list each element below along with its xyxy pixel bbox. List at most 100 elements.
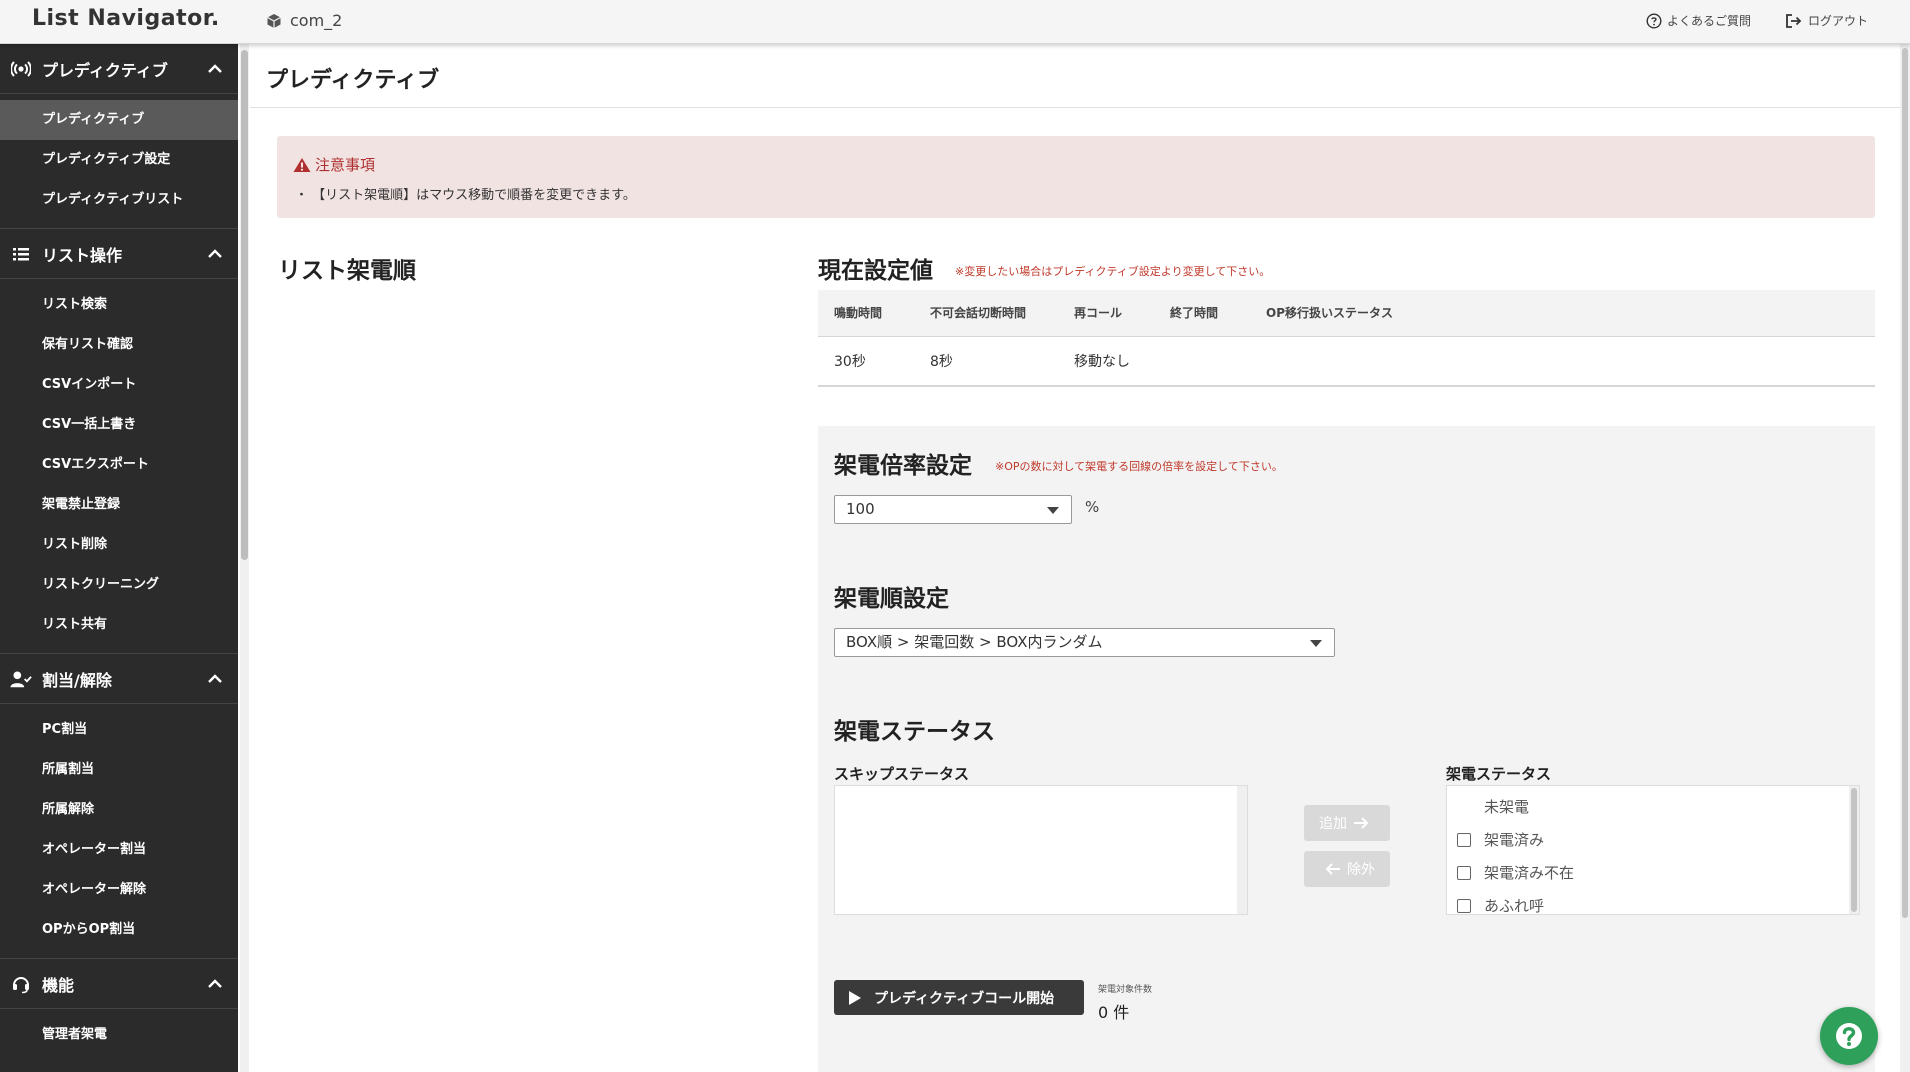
- sidebar-item-admin-call[interactable]: 管理者架電: [0, 1015, 238, 1055]
- notice-box: 注意事項 ・ 【リスト架電順】はマウス移動で順番を変更できます。: [277, 136, 1875, 218]
- start-predictive-call-button[interactable]: プレディクティブコール開始: [834, 980, 1084, 1015]
- cell-ring-time: 30秒: [818, 336, 914, 387]
- current-settings-title: 現在設定値: [818, 258, 933, 284]
- cell-end-time: [1154, 336, 1250, 387]
- add-label: 追加: [1319, 816, 1347, 832]
- chevron-up-icon[interactable]: [206, 60, 224, 78]
- order-select-value: BOX順 > 架電回数 > BOX内ランダム: [846, 633, 1103, 651]
- list-item[interactable]: あふれ呼: [1457, 895, 1544, 916]
- user-check-icon: [10, 668, 32, 690]
- listbox-scrollbar[interactable]: [1237, 786, 1247, 914]
- rate-select-value: 100: [846, 500, 875, 518]
- page-title-bar: プレディクティブ: [250, 44, 1900, 108]
- skip-status-listbox[interactable]: [834, 785, 1248, 915]
- broadcast-icon: [10, 58, 32, 80]
- current-settings-table: 鳴動時間 不可会話切断時間 再コール 終了時間 OP移行扱いステータス 30秒 …: [818, 290, 1875, 387]
- sidebar-section-title: 割当/解除: [42, 670, 112, 690]
- cell-disconnect-time: 8秒: [914, 336, 1058, 387]
- warning-icon: [293, 157, 311, 172]
- sidebar-section-title: 機能: [42, 975, 75, 995]
- sidebar: プレディクティブ プレディクティブ プレディクティブ設定 プレディクティブリスト…: [0, 44, 238, 1072]
- rate-unit: %: [1085, 498, 1100, 516]
- sidebar-item-group-release[interactable]: 所属解除: [0, 790, 238, 830]
- sidebar-scrollbar[interactable]: [240, 44, 249, 1072]
- remove-button[interactable]: 除外: [1304, 851, 1390, 887]
- notice-text: ・ 【リスト架電順】はマウス移動で順番を変更できます。: [295, 188, 636, 203]
- page-title: プレディクティブ: [266, 68, 440, 93]
- logout-link[interactable]: ログアウト: [1785, 12, 1868, 29]
- sidebar-item-operator-release[interactable]: オペレーター解除: [0, 870, 238, 910]
- settings-panel: 架電倍率設定 ※OPの数に対して架電する回線の倍率を設定して下さい。 100 %…: [818, 426, 1875, 1072]
- app-logo[interactable]: List Navigator.: [32, 6, 220, 31]
- call-status-listbox[interactable]: 未架電 架電済み 架電済み不在 あふれ呼: [1446, 785, 1860, 915]
- cube-icon: [267, 13, 281, 28]
- chevron-up-icon[interactable]: [206, 245, 224, 263]
- list-item[interactable]: 架電済み: [1457, 829, 1544, 850]
- sidebar-section-items: リスト検索 保有リスト確認 CSVインポート CSV一括上書き CSVエクスポー…: [0, 279, 238, 654]
- sidebar-item-list-delete[interactable]: リスト削除: [0, 525, 238, 565]
- sidebar-item-owned-list[interactable]: 保有リスト確認: [0, 325, 238, 365]
- list-item[interactable]: 架電済み不在: [1457, 862, 1574, 883]
- company-name: com_2: [290, 11, 343, 30]
- list-item[interactable]: 未架電: [1457, 796, 1529, 817]
- col-recall: 再コール: [1058, 290, 1154, 337]
- sidebar-section-functions[interactable]: 機能: [0, 959, 238, 1009]
- remove-label: 除外: [1347, 862, 1375, 878]
- sidebar-item-pc-assign[interactable]: PC割当: [0, 710, 238, 750]
- list-icon: [10, 243, 32, 265]
- sidebar-section-assignment[interactable]: 割当/解除: [0, 654, 238, 704]
- chevron-up-icon[interactable]: [206, 975, 224, 993]
- status-checkbox[interactable]: [1457, 832, 1471, 847]
- start-button-label: プレディクティブコール開始: [874, 990, 1055, 1007]
- sidebar-item-csv-overwrite[interactable]: CSV一括上書き: [0, 405, 238, 445]
- sidebar-item-csv-export[interactable]: CSVエクスポート: [0, 445, 238, 485]
- add-button[interactable]: 追加: [1304, 805, 1390, 841]
- cell-recall: 移動なし: [1058, 336, 1154, 387]
- status-checkbox[interactable]: [1457, 898, 1471, 913]
- skip-status-label: スキップステータス: [834, 765, 970, 783]
- caret-down-icon: [1047, 507, 1059, 514]
- sidebar-item-group-assign[interactable]: 所属割当: [0, 750, 238, 790]
- sidebar-item-list-search[interactable]: リスト検索: [0, 285, 238, 325]
- page-scrollbar[interactable]: [1900, 44, 1910, 1072]
- sidebar-section-items: プレディクティブ プレディクティブ設定 プレディクティブリスト: [0, 94, 238, 229]
- sidebar-item-list-cleaning[interactable]: リストクリーニング: [0, 565, 238, 605]
- order-select[interactable]: BOX順 > 架電回数 > BOX内ランダム: [834, 628, 1335, 657]
- sidebar-item-csv-import[interactable]: CSVインポート: [0, 365, 238, 405]
- sidebar-item-operator-assign[interactable]: オペレーター割当: [0, 830, 238, 870]
- sidebar-item-predictive[interactable]: プレディクティブ: [0, 100, 238, 140]
- current-settings-note: ※変更したい場合はプレディクティブ設定より変更して下さい。: [955, 265, 1271, 278]
- table-header-row: 鳴動時間 不可会話切断時間 再コール 終了時間 OP移行扱いステータス: [818, 290, 1875, 337]
- play-icon: [849, 990, 861, 1005]
- sidebar-item-list-share[interactable]: リスト共有: [0, 605, 238, 645]
- chevron-up-icon[interactable]: [206, 670, 224, 688]
- sidebar-item-call-block[interactable]: 架電禁止登録: [0, 485, 238, 525]
- status-title: 架電ステータス: [834, 719, 995, 745]
- headset-icon: [10, 973, 32, 995]
- help-question-icon: [1836, 1023, 1862, 1049]
- rate-select[interactable]: 100: [834, 495, 1072, 524]
- faq-link[interactable]: よくあるご質問: [1646, 12, 1751, 29]
- table-row: 30秒 8秒 移動なし: [818, 336, 1875, 387]
- notice-title: 注意事項: [293, 154, 375, 175]
- sidebar-scrollbar-thumb[interactable]: [241, 50, 248, 560]
- sidebar-section-items: PC割当 所属割当 所属解除 オペレーター割当 オペレーター解除 OPからOP割…: [0, 704, 238, 959]
- rate-title: 架電倍率設定: [834, 453, 972, 479]
- notice-title-text: 注意事項: [315, 156, 376, 174]
- status-checkbox[interactable]: [1457, 865, 1471, 880]
- sidebar-section-list-operations[interactable]: リスト操作: [0, 229, 238, 279]
- faq-label: よくあるご質問: [1667, 14, 1752, 28]
- sidebar-section-predictive[interactable]: プレディクティブ: [0, 44, 238, 94]
- target-count-value: 0 件: [1098, 1003, 1130, 1022]
- sidebar-item-predictive-list[interactable]: プレディクティブリスト: [0, 180, 238, 220]
- col-ring-time: 鳴動時間: [818, 290, 914, 337]
- status-item-label: 架電済み: [1484, 831, 1545, 849]
- caret-down-icon: [1310, 640, 1322, 647]
- call-status-label: 架電ステータス: [1446, 765, 1552, 783]
- listbox-scrollbar[interactable]: [1849, 786, 1859, 914]
- sidebar-item-op-to-op-assign[interactable]: OPからOP割当: [0, 910, 238, 950]
- sidebar-item-predictive-settings[interactable]: プレディクティブ設定: [0, 140, 238, 180]
- listbox-scrollbar-thumb[interactable]: [1851, 788, 1857, 912]
- page-scrollbar-thumb[interactable]: [1902, 48, 1908, 918]
- help-fab-button[interactable]: [1820, 1007, 1878, 1065]
